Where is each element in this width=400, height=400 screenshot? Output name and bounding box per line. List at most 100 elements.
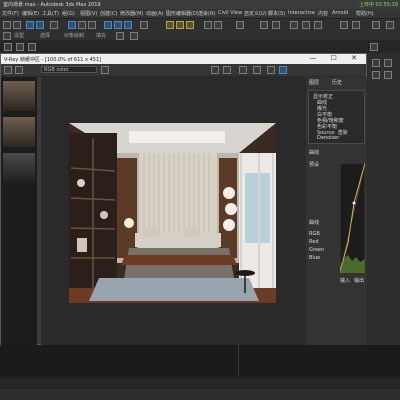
timeline[interactable] bbox=[0, 378, 400, 388]
curve-input-label: 输入 bbox=[340, 278, 351, 284]
selection-filter-icon[interactable] bbox=[50, 21, 58, 29]
render-last-icon[interactable] bbox=[267, 66, 275, 74]
ribbon-tab-object-paint[interactable]: 对象绘制 bbox=[64, 32, 84, 39]
select-object-icon[interactable] bbox=[68, 21, 76, 29]
curve-preset-button[interactable]: 预设 bbox=[309, 161, 319, 168]
move-icon[interactable] bbox=[104, 21, 112, 29]
curve-graph[interactable] bbox=[339, 162, 366, 274]
stop-icon[interactable] bbox=[253, 66, 261, 74]
ribbon-tab-selection[interactable]: 选择 bbox=[40, 32, 50, 39]
vfb-toolbar: RGB color bbox=[1, 64, 366, 77]
align-icon[interactable] bbox=[214, 21, 222, 29]
menu-tools[interactable]: 工具(T) bbox=[42, 10, 59, 17]
ribbon-tab-modeling[interactable]: 造型 bbox=[14, 32, 24, 39]
curve-output-label: 输出 bbox=[354, 278, 365, 284]
layer-icon[interactable] bbox=[16, 43, 24, 51]
menu-group[interactable]: 组(G) bbox=[62, 10, 75, 17]
ribbon-bar: 造型 选择 对象绘制 填充 bbox=[0, 30, 400, 40]
create-tab-icon[interactable] bbox=[372, 59, 380, 67]
select-by-name-icon[interactable] bbox=[78, 21, 86, 29]
scale-icon[interactable] bbox=[124, 21, 132, 29]
vfb-window-buttons[interactable]: — ☐ ✕ bbox=[309, 54, 363, 62]
snap-icon[interactable] bbox=[166, 21, 174, 29]
menu-graph-editors[interactable]: 图形编辑器(D) bbox=[166, 10, 199, 17]
vray-icon[interactable] bbox=[340, 21, 348, 29]
teapot-icon[interactable] bbox=[239, 66, 247, 74]
channel-select[interactable]: RGB color bbox=[41, 66, 97, 73]
curve-section-label: 曲线 bbox=[309, 150, 320, 156]
region-render-icon[interactable] bbox=[211, 66, 219, 74]
menu-file[interactable]: 文件(F) bbox=[2, 10, 19, 17]
scene-explorer-icon[interactable] bbox=[236, 21, 244, 29]
menu-help[interactable]: 帮助(H) bbox=[356, 10, 374, 17]
rotate-icon[interactable] bbox=[114, 21, 122, 29]
save-icon[interactable] bbox=[4, 66, 12, 74]
angle-snap-icon[interactable] bbox=[176, 21, 184, 29]
ribbon-tab-populate[interactable]: 填充 bbox=[96, 32, 106, 39]
render-icon[interactable] bbox=[314, 21, 322, 29]
vray-frame-buffer-window: V-Ray 帧缓冲区 - [100.0% of 611 x 451] — ☐ ✕… bbox=[0, 53, 367, 345]
curve-channel-green[interactable]: Green bbox=[309, 247, 324, 253]
menu-rendering[interactable]: 渲染(R) bbox=[198, 10, 215, 17]
freeze-icon[interactable] bbox=[28, 43, 36, 51]
tab-history[interactable]: 历史 bbox=[332, 79, 342, 86]
hierarchy-tab-icon[interactable] bbox=[372, 71, 380, 79]
dropdown-icon[interactable] bbox=[101, 66, 109, 74]
curve-left-controls: 预设 曲线 RGB Red Green Blue bbox=[309, 161, 337, 273]
curve-channel-rgb[interactable]: RGB bbox=[309, 231, 320, 237]
menu-arnold[interactable]: Arnold bbox=[332, 10, 348, 16]
refresh-icon[interactable] bbox=[279, 66, 287, 74]
render-setup-icon[interactable] bbox=[290, 21, 298, 29]
link-icon[interactable] bbox=[26, 21, 34, 29]
menu-views[interactable]: 视图(V) bbox=[80, 10, 97, 17]
curve-editor-icon[interactable] bbox=[260, 21, 268, 29]
workspace-icon[interactable] bbox=[386, 21, 394, 29]
history-thumbnail[interactable] bbox=[3, 153, 35, 183]
modify-tab-icon[interactable] bbox=[384, 59, 392, 67]
modeling-icon[interactable] bbox=[3, 32, 11, 40]
material-editor-icon[interactable] bbox=[272, 21, 280, 29]
panel-toggle-icon[interactable] bbox=[370, 43, 378, 51]
menu-create[interactable]: 创建(C) bbox=[100, 10, 117, 17]
unlink-icon[interactable] bbox=[36, 21, 44, 29]
viewport-left[interactable] bbox=[0, 345, 239, 377]
menu-civil-view[interactable]: Civil View bbox=[218, 10, 242, 16]
percent-snap-icon[interactable] bbox=[186, 21, 194, 29]
status-bar bbox=[0, 389, 400, 400]
vfb-title-bar: V-Ray 帧缓冲区 - [100.0% of 611 x 451] — ☐ ✕ bbox=[1, 54, 366, 64]
ribbon-options-icon[interactable] bbox=[116, 32, 124, 40]
vray-light-icon[interactable] bbox=[352, 21, 360, 29]
menu-edit[interactable]: 编辑(E) bbox=[22, 10, 39, 17]
render-frame-window-icon[interactable] bbox=[302, 21, 310, 29]
lens-effects-icon[interactable] bbox=[223, 66, 231, 74]
menu-interactive[interactable]: Interactive bbox=[288, 10, 315, 16]
render-canvas[interactable] bbox=[41, 77, 307, 345]
tab-layers[interactable]: 图层 bbox=[309, 79, 319, 86]
menu-content[interactable]: 内容 bbox=[318, 10, 328, 17]
layers-panel: 图层 历史 显示校正 曲线 曝光 白平衡 色相/饱和度 色彩平衡 Source:… bbox=[306, 77, 367, 345]
reference-coords-icon[interactable] bbox=[140, 21, 148, 29]
curve-channel-blue[interactable]: Blue bbox=[309, 255, 320, 261]
redo-icon[interactable] bbox=[13, 21, 21, 29]
curve-channel-red[interactable]: Red bbox=[309, 239, 319, 245]
motion-tab-icon[interactable] bbox=[384, 71, 392, 79]
ribbon-toggle-icon[interactable] bbox=[130, 32, 138, 40]
menu-customize[interactable]: 自定义(U) bbox=[244, 10, 267, 17]
menu-bar: 文件(F) 编辑(E) 工具(T) 组(G) 视图(V) 创建(C) 修改器(M… bbox=[0, 9, 400, 18]
mirror-icon[interactable] bbox=[204, 21, 212, 29]
app-title-bar: 室内场景.max - Autodesk 3ds Max 2019 上传中 02:… bbox=[0, 0, 400, 9]
menu-modifiers[interactable]: 修改器(M) bbox=[120, 10, 143, 17]
curve-button[interactable]: 曲线 bbox=[309, 219, 319, 226]
vfb-title: V-Ray 帧缓冲区 - [100.0% of 611 x 451] bbox=[4, 57, 102, 63]
menu-animation[interactable]: 动画(A) bbox=[146, 10, 163, 17]
layer-manager-icon[interactable] bbox=[4, 43, 12, 51]
undo-icon[interactable] bbox=[3, 21, 11, 29]
history-thumbnail[interactable] bbox=[3, 117, 35, 147]
layer-item[interactable]: Denoiser bbox=[317, 135, 339, 141]
history-thumbnail[interactable] bbox=[3, 81, 35, 111]
viewport-right[interactable] bbox=[239, 345, 400, 377]
menu-scripting[interactable]: 脚本(S) bbox=[268, 10, 285, 17]
channel-icon[interactable] bbox=[15, 66, 23, 74]
arnold-icon[interactable] bbox=[372, 21, 380, 29]
rect-select-icon[interactable] bbox=[88, 21, 96, 29]
